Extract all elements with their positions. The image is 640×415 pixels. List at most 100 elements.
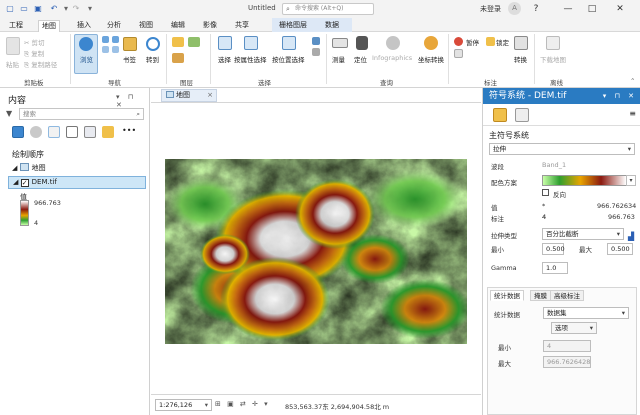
collapse-ribbon-icon[interactable]: ⌃ [630,77,635,85]
invert-checkbox[interactable] [542,189,549,196]
map-tree-node[interactable]: ◢ 地图 [12,163,46,174]
contents-search-input[interactable]: 搜索 ⌕ [19,108,144,120]
stretch-max-input[interactable]: 0.500 [607,243,633,255]
tab-advanced-labeling[interactable]: 高级标注 [550,290,584,301]
menu-icon[interactable]: ≡ [629,109,636,118]
select-by-location-button[interactable]: 按位置选择 [272,54,305,64]
list-by-drawing-order-icon[interactable] [12,126,24,138]
sign-in-status[interactable]: 未登录 [480,4,501,14]
layer-dem[interactable]: ◢ ✓ DEM.tif [8,176,146,189]
options-button[interactable]: 选项 ▾ [551,322,597,334]
redo-icon[interactable]: ↷ [71,4,81,14]
statistics-source-dropdown[interactable]: 数据集 ▾ [543,307,629,319]
customize-quick-access-icon[interactable]: ▾ [85,4,95,14]
help-button[interactable]: ? [528,2,544,16]
pause-labels-button[interactable]: 暂停 [466,37,479,47]
tab-map[interactable]: 地图 [38,20,60,32]
fixed-zoom-in-icon[interactable] [112,36,119,43]
download-map-icon [546,36,560,50]
undo-dropdown-icon[interactable]: ▾ [61,4,71,14]
stretch-type-dropdown[interactable]: 百分比截断 ▾ [542,228,624,240]
tab-mask[interactable]: 掩膜 [530,290,551,301]
copy-button[interactable]: ⎘ 复制 [24,48,44,59]
locate-button[interactable]: 定位 [354,54,367,64]
map-view-tab[interactable]: 地图 × [161,89,217,102]
coordinate-conversion-button[interactable]: 坐标转换 [418,54,444,64]
add-data-icon[interactable] [172,37,184,47]
attributes-icon[interactable] [312,37,320,45]
color-scheme-dropdown[interactable]: ▾ [626,175,636,186]
avatar[interactable]: A [508,2,521,15]
select-by-attributes-button[interactable]: 按属性选择 [234,54,267,64]
group-labeling: 标注 [484,79,497,87]
measure-button[interactable]: 测量 [332,54,345,64]
tab-view[interactable]: 视图 [136,20,156,32]
map-status-tools[interactable]: ⊞ ▣ ⇄ ✛ ▾ [215,400,270,408]
tab-edit[interactable]: 编辑 [168,20,188,32]
undo-icon[interactable]: ↶ [49,4,59,14]
pane-controls[interactable]: ▾ ⊓ ✕ [116,93,149,109]
histogram-icon[interactable]: ▟ [628,232,634,241]
gamma-input[interactable]: 1.0 [542,262,568,274]
copy-path-button[interactable]: ⎘ 复制路径 [24,59,57,70]
renderer-dropdown[interactable]: 拉伸 ▾ [489,143,635,155]
tab-raster-layer[interactable]: 栅格图层 [276,20,310,32]
pane-controls[interactable]: ▾ ⊓ ✕ [603,88,637,104]
tab-statistics[interactable]: 统计数据 [490,290,524,301]
select-button[interactable]: 选择 [218,54,231,64]
close-icon[interactable]: × [207,90,213,101]
new-project-icon[interactable]: ▢ [5,4,15,14]
previous-extent-icon[interactable] [102,46,109,53]
open-project-icon[interactable]: ▭ [19,4,29,14]
value-max-marker: * [542,202,546,210]
command-search-input[interactable]: ⌕ 命令搜索 (Alt+Q) [282,3,374,15]
list-by-editing-icon[interactable] [66,126,78,138]
list-by-snapping-icon[interactable] [84,126,96,138]
label-min: 4 [542,213,547,221]
scale-selector[interactable]: 1:276,126 ▾ [155,399,212,411]
stretch-min-input[interactable]: 0.500 [542,243,565,255]
legend-color-ramp[interactable] [20,200,29,226]
filter-icon[interactable]: ▼ [6,109,12,118]
more-options-icon[interactable]: ••• [122,126,136,135]
statistics-source-value: 数据集 [547,309,567,317]
maximize-button[interactable]: □ [584,2,600,16]
collapse-arrow-icon[interactable]: ◢ [13,178,18,186]
lock-labels-button[interactable]: 锁定 [496,37,509,47]
save-icon[interactable]: ▣ [33,4,43,14]
clear-selection-icon[interactable] [312,48,320,56]
label-max: 966.763 [608,213,635,221]
layer-visibility-checkbox[interactable]: ✓ [20,179,29,187]
group-selection: 选择 [258,79,271,87]
tab-insert[interactable]: 插入 [74,20,94,32]
list-by-labeling-icon[interactable] [102,126,114,138]
cut-button[interactable]: ✂ 剪切 [24,37,45,47]
color-scheme-ramp[interactable] [542,175,627,186]
add-preset-icon[interactable] [172,53,184,63]
convert-labels-button[interactable]: 转换 [514,54,527,64]
raster-properties-icon[interactable] [515,108,529,122]
bookmarks-button[interactable]: 书签 [123,54,136,64]
paste-button[interactable]: 粘贴 [6,59,19,69]
stat-max-label: 最大 [498,360,511,368]
next-extent-icon[interactable] [112,46,119,53]
tab-imagery[interactable]: 影像 [200,20,220,32]
group-clipboard: 剪贴板 [24,79,44,87]
minimize-button[interactable]: — [560,2,576,16]
tab-data[interactable]: 数据 [322,20,342,32]
tab-share[interactable]: 共享 [232,20,252,32]
full-extent-icon[interactable] [102,36,109,43]
goto-xy-button[interactable]: 转到 [146,54,159,64]
map-canvas[interactable] [151,102,481,394]
tab-analysis[interactable]: 分析 [104,20,124,32]
collapse-arrow-icon[interactable]: ◢ [12,164,17,172]
view-unplaced-icon[interactable] [454,49,463,58]
infographics-button[interactable]: Infographics [372,54,412,62]
basemap-icon[interactable] [188,37,200,47]
tab-project[interactable]: 工程 [6,20,26,32]
close-button[interactable]: ✕ [612,2,628,16]
primary-symbology-icon[interactable] [493,108,507,122]
list-by-selection-icon[interactable] [48,126,60,138]
list-by-source-icon[interactable] [30,126,42,138]
download-map-button[interactable]: 下载地图 [540,54,566,64]
